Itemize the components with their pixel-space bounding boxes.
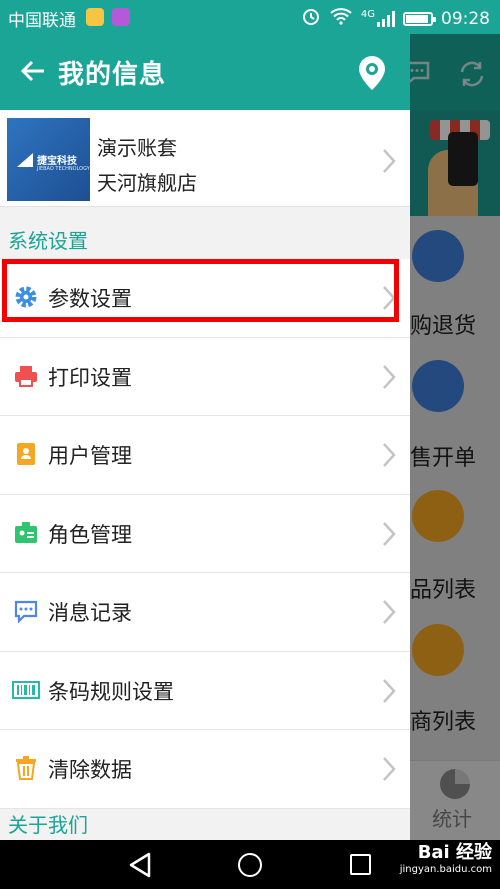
menu-item-parameter-settings[interactable]: 参数设置 <box>0 259 410 338</box>
chevron-right-icon <box>383 600 396 624</box>
menu-item-label: 条码规则设置 <box>48 679 174 704</box>
drawer-scrim[interactable] <box>410 0 500 889</box>
trash-icon <box>16 756 36 780</box>
watermark-sub: jingyan.baidu.com <box>399 864 492 875</box>
menu-item-label: 角色管理 <box>48 522 132 547</box>
logo-text: 捷宝科技 <box>37 156 77 167</box>
menu-item-label: 参数设置 <box>48 287 132 311</box>
status-bar: 中国联通 4G 09:28 <box>0 0 500 34</box>
section-title-about-us: 关于我们 <box>0 809 410 840</box>
my-info-drawer: 我的信息 捷宝科技 JIEBAO TECHNOLOGY 演示账套 天河旗舰店 系… <box>0 34 410 840</box>
carrier-name: 中国联通 <box>8 11 76 31</box>
menu-item-label: 消息记录 <box>48 601 132 625</box>
network-type: 4G <box>360 9 375 20</box>
watermark: Bai 经验 jingyan.baidu.com <box>400 842 492 876</box>
logo-subtext: JIEBAO TECHNOLOGY <box>37 166 90 172</box>
battery-icon <box>403 11 436 26</box>
menu-item-label: 清除数据 <box>48 758 132 782</box>
company-logo: 捷宝科技 JIEBAO TECHNOLOGY <box>7 118 90 201</box>
location-pin-icon[interactable] <box>356 54 388 92</box>
chevron-right-icon <box>383 364 396 389</box>
nav-recent-apps-icon[interactable] <box>350 854 371 875</box>
nav-home-icon[interactable] <box>238 853 262 877</box>
printer-icon <box>15 365 37 387</box>
alarm-icon <box>301 6 321 31</box>
section-title-system-settings: 系统设置 <box>8 229 88 253</box>
watermark-main: Bai 经验 <box>417 842 492 863</box>
chevron-right-icon <box>383 443 396 467</box>
signal-icon <box>377 10 395 27</box>
menu-item-label: 用户管理 <box>48 444 132 468</box>
gallery-notification-icon <box>112 8 130 26</box>
menu-item-print-settings[interactable]: 打印设置 <box>0 337 410 416</box>
chevron-right-icon <box>383 521 396 546</box>
chevron-right-icon <box>383 678 396 703</box>
menu-item-role-management[interactable]: 角色管理 <box>0 494 410 573</box>
page-title: 我的信息 <box>58 60 167 90</box>
account-row[interactable]: 捷宝科技 JIEBAO TECHNOLOGY 演示账套 天河旗舰店 <box>0 110 410 207</box>
id-card-icon <box>15 521 37 543</box>
chevron-right-icon <box>383 286 396 310</box>
drawer-header: 我的信息 <box>0 34 410 110</box>
clock: 09:28 <box>441 8 490 29</box>
chat-bubble-icon <box>14 600 38 624</box>
menu-item-label: 打印设置 <box>48 365 132 390</box>
store-name: 天河旗舰店 <box>97 171 197 195</box>
system-nav-bar: Bai 经验 jingyan.baidu.com <box>0 840 500 889</box>
back-arrow-icon[interactable] <box>20 58 46 84</box>
chevron-right-icon <box>383 149 396 173</box>
contacts-book-icon <box>17 443 35 465</box>
logo-mark-icon <box>17 153 33 167</box>
nav-back-icon[interactable] <box>128 852 152 878</box>
menu-item-user-management[interactable]: 用户管理 <box>0 416 410 495</box>
menu-item-barcode-rules[interactable]: 条码规则设置 <box>0 651 410 730</box>
barcode-icon <box>12 680 40 699</box>
menu-item-message-log[interactable]: 消息记录 <box>0 573 410 652</box>
notification-app-icon <box>86 8 104 26</box>
gear-icon <box>15 286 37 308</box>
wifi-icon <box>329 7 353 30</box>
chevron-right-icon <box>383 757 396 781</box>
menu-item-clear-data[interactable]: 清除数据 <box>0 730 410 809</box>
account-name: 演示账套 <box>97 136 177 160</box>
